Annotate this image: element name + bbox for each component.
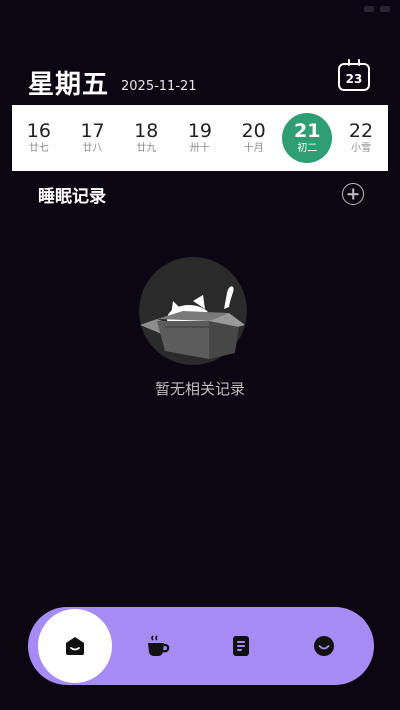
- day-lunar: 廿九: [136, 143, 157, 155]
- day-lunar: 十月: [243, 143, 264, 155]
- day-lunar: 小雪: [350, 143, 371, 155]
- day-number: 21: [294, 119, 321, 142]
- smile-icon: [314, 636, 334, 656]
- home-icon: [66, 637, 84, 655]
- day-number: 16: [26, 119, 51, 142]
- nav-home[interactable]: [38, 607, 112, 685]
- day-number: 18: [134, 119, 159, 142]
- day-lunar: 廿七: [28, 143, 49, 155]
- calendar-button[interactable]: 23: [338, 59, 370, 91]
- add-record-button[interactable]: [342, 183, 364, 205]
- current-date: 2025-11-21: [121, 79, 197, 94]
- week-date-strip: 16 廿七 17 廿八 18 廿九 19 卅十 20 十月 21 初二 22 小…: [12, 105, 388, 171]
- day-number: 19: [187, 119, 212, 142]
- coffee-cup-icon: [148, 635, 170, 656]
- day-lunar: 廿八: [82, 143, 103, 155]
- empty-state-text: 暂无相关记录: [154, 380, 245, 398]
- day-item-18[interactable]: 18 廿九: [119, 109, 173, 167]
- empty-box-cat-icon: [139, 257, 247, 365]
- day-item-22[interactable]: 22 小雪: [334, 109, 388, 167]
- day-item-21-selected[interactable]: 21 初二: [280, 109, 334, 167]
- nav-records[interactable]: [206, 607, 276, 685]
- day-item-16[interactable]: 16 廿七: [12, 109, 66, 167]
- sleep-record-title: 睡眠记录: [38, 187, 106, 207]
- status-bar: [0, 0, 400, 22]
- day-lunar: 卅十: [189, 143, 210, 155]
- day-lunar: 初二: [297, 143, 318, 155]
- nav-coffee[interactable]: [123, 607, 193, 685]
- calendar-icon: 23: [345, 71, 363, 86]
- day-number: 17: [80, 119, 105, 142]
- day-item-19[interactable]: 19 卅十: [173, 109, 227, 167]
- app-screen: 星期五 2025-11-21 23 16 廿七 17 廿八 18 廿九 19 卅…: [0, 0, 400, 710]
- document-icon: [233, 636, 249, 656]
- day-item-17[interactable]: 17 廿八: [66, 109, 120, 167]
- bottom-navigation-bar: [28, 607, 374, 685]
- weekday-title: 星期五: [28, 70, 110, 100]
- status-icons: [364, 6, 390, 12]
- day-item-20[interactable]: 20 十月: [227, 109, 281, 167]
- page-header: 星期五 2025-11-21: [28, 58, 197, 98]
- nav-profile[interactable]: [289, 607, 359, 685]
- battery-icon: [380, 6, 390, 12]
- signal-icon: [364, 6, 374, 12]
- day-number: 20: [241, 119, 266, 142]
- day-number: 22: [348, 119, 374, 142]
